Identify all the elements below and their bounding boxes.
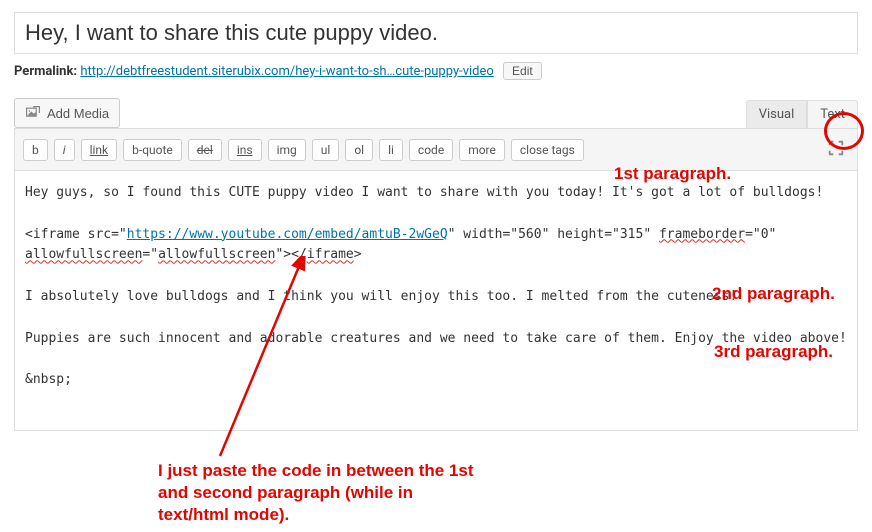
btn-li[interactable]: li bbox=[379, 139, 403, 161]
btn-img[interactable]: img bbox=[268, 139, 306, 161]
add-media-button[interactable]: Add Media bbox=[14, 98, 120, 128]
btn-ins[interactable]: ins bbox=[228, 139, 262, 161]
btn-code[interactable]: code bbox=[409, 139, 453, 161]
italic-label: i bbox=[63, 143, 66, 157]
btn-italic[interactable]: i bbox=[54, 139, 75, 161]
tab-text[interactable]: Text bbox=[807, 100, 858, 128]
media-icon bbox=[25, 105, 41, 121]
iframe-code: <iframe src="https://www.youtube.com/emb… bbox=[25, 227, 784, 263]
annotation-caption: I just paste the code in between the 1st… bbox=[158, 460, 638, 526]
btn-ul[interactable]: ul bbox=[312, 139, 340, 161]
link-label: link bbox=[90, 143, 109, 157]
permalink-label: Permalink: bbox=[14, 64, 77, 79]
btn-close-tags[interactable]: close tags bbox=[511, 139, 584, 161]
permalink-row: Permalink: http://debtfreestudent.siteru… bbox=[14, 62, 858, 80]
btn-bquote[interactable]: b-quote bbox=[123, 139, 182, 161]
btn-bold[interactable]: b bbox=[23, 139, 48, 161]
paragraph-2: I absolutely love bulldogs and I think y… bbox=[25, 289, 737, 304]
permalink-url[interactable]: http://debtfreestudent.siterubix.com/hey… bbox=[80, 64, 494, 79]
fullscreen-button[interactable] bbox=[823, 135, 849, 164]
editor-tabs: Visual Text bbox=[746, 100, 858, 128]
text-toolbar: b i link b-quote del ins img ul ol li co… bbox=[14, 128, 858, 171]
del-label: del bbox=[197, 143, 213, 157]
iframe-src-url[interactable]: https://www.youtube.com/embed/amtuB-2wGe… bbox=[127, 227, 448, 242]
btn-more[interactable]: more bbox=[459, 139, 505, 161]
text-editor-area[interactable]: Hey guys, so I found this CUTE puppy vid… bbox=[14, 171, 858, 431]
paragraph-1: Hey guys, so I found this CUTE puppy vid… bbox=[25, 185, 823, 200]
ins-label: ins bbox=[237, 143, 253, 157]
post-title-input[interactable] bbox=[14, 12, 858, 54]
btn-del[interactable]: del bbox=[188, 139, 222, 161]
add-media-label: Add Media bbox=[47, 106, 109, 121]
permalink-edit-button[interactable]: Edit bbox=[503, 62, 542, 80]
tab-visual[interactable]: Visual bbox=[746, 100, 808, 128]
btn-link[interactable]: link bbox=[81, 139, 118, 161]
btn-ol[interactable]: ol bbox=[345, 139, 373, 161]
media-tab-row: Add Media Visual Text bbox=[14, 98, 858, 128]
editor-screen: Permalink: http://debtfreestudent.siteru… bbox=[0, 0, 872, 431]
paragraph-3: Puppies are such innocent and adorable c… bbox=[25, 331, 847, 346]
nbsp-entity: &nbsp; bbox=[25, 372, 72, 387]
fullscreen-icon bbox=[827, 145, 845, 160]
